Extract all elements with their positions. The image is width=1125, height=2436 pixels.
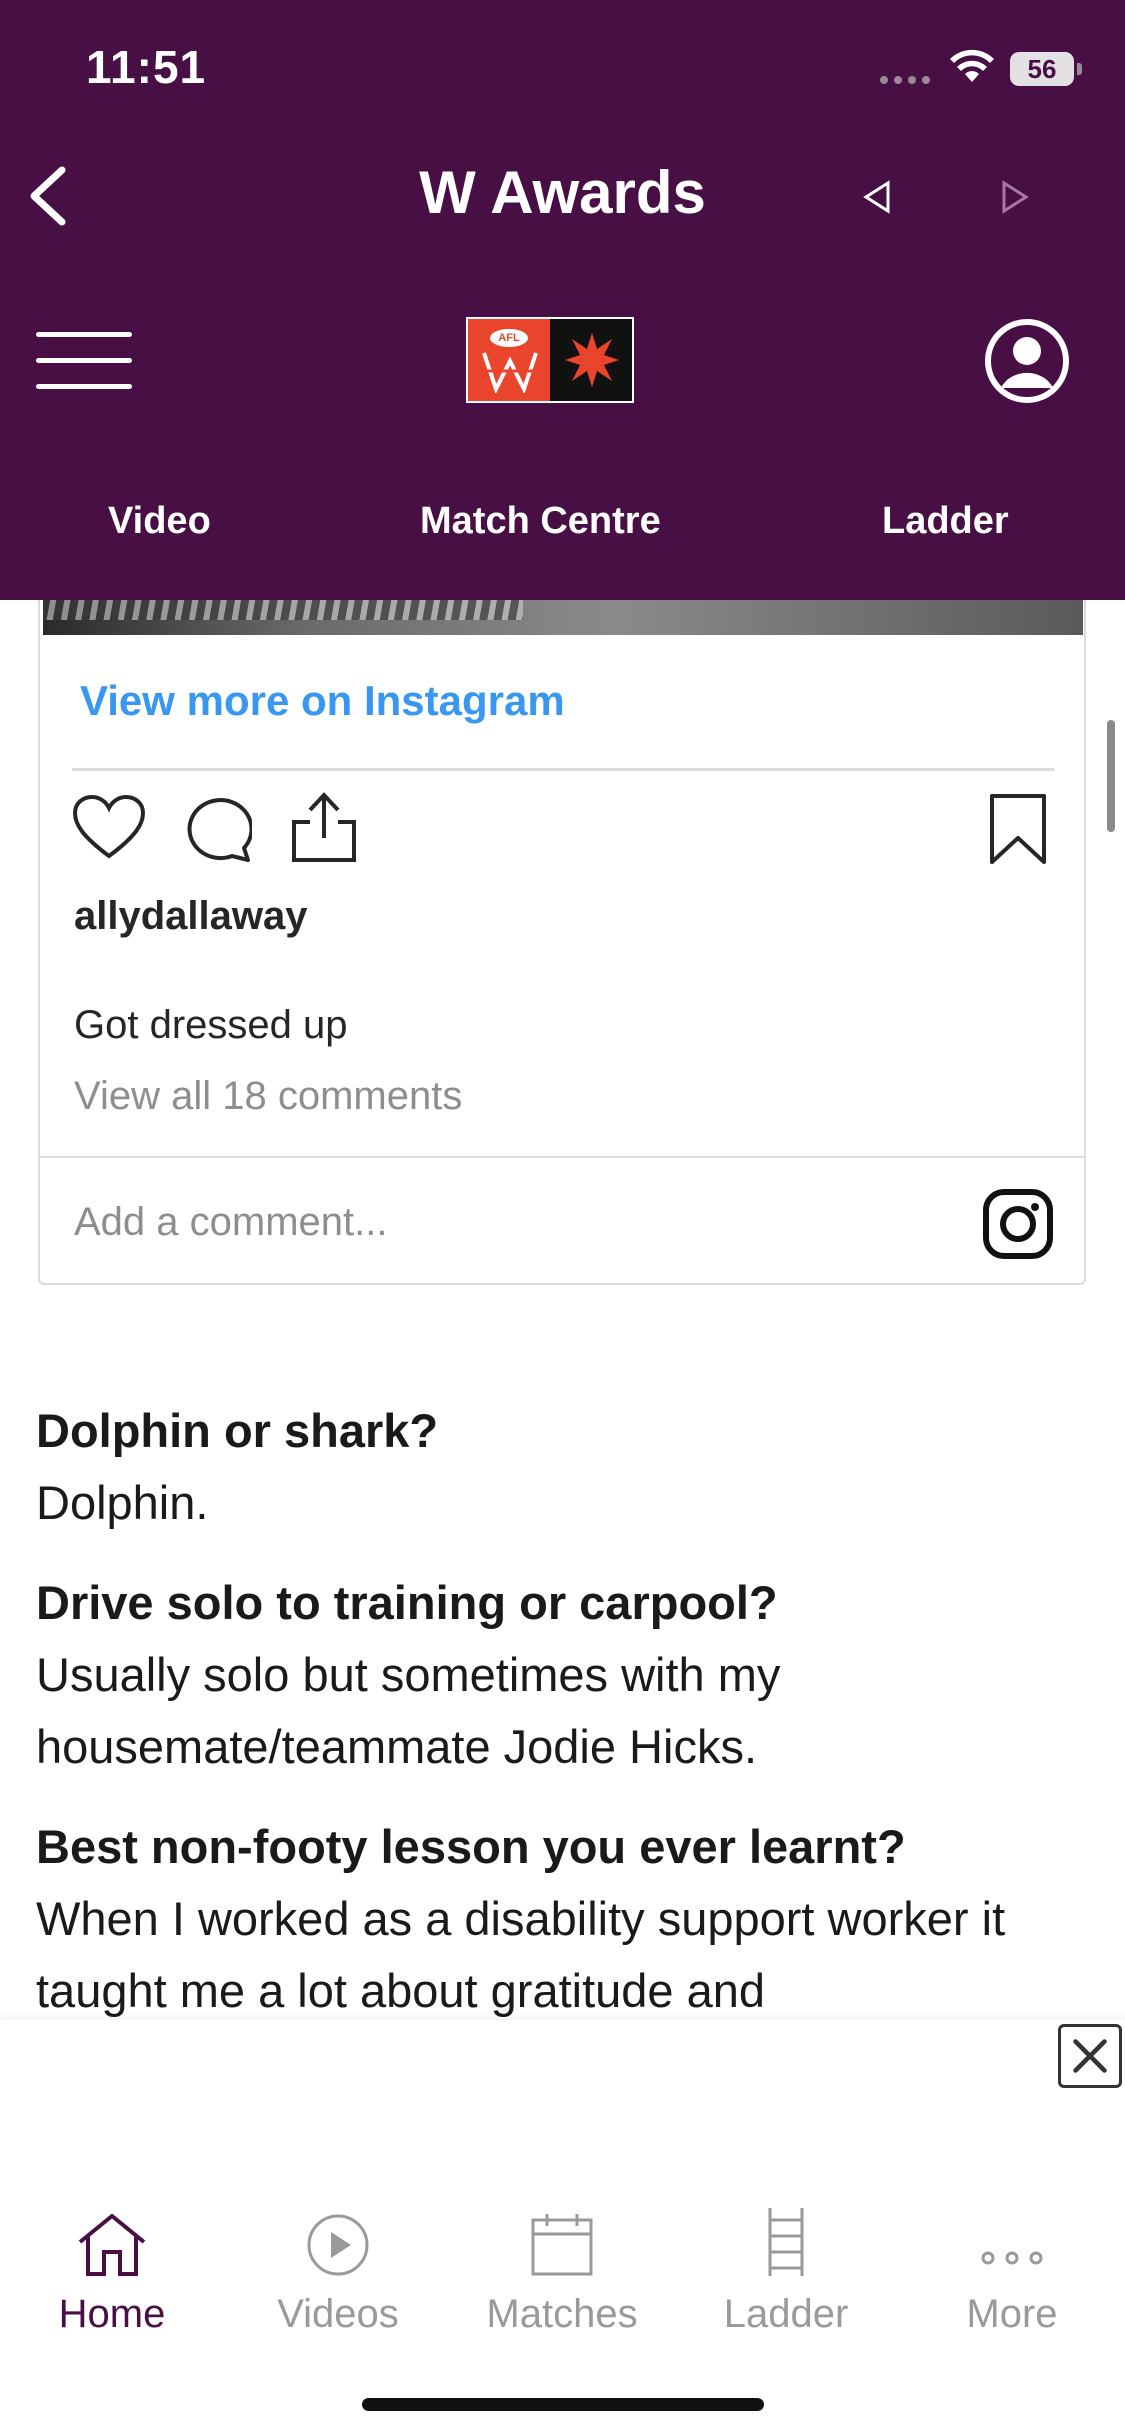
tab-matches[interactable]: Matches (472, 2196, 652, 2337)
qa-item: Drive solo to training or carpool? Usual… (36, 1567, 1096, 1783)
tab-label: Ladder (723, 2292, 849, 2336)
signal-dots-icon (880, 76, 930, 84)
app-header: 11:51 56 W Awards AFL Video Match Centre… (0, 0, 1125, 600)
play-circle-icon (307, 2214, 369, 2276)
section-tabs: Video Match Centre Ladder (0, 500, 1125, 556)
next-arrow-icon[interactable] (1000, 180, 1030, 214)
bookmark-icon[interactable] (988, 792, 1048, 866)
tab-label: Videos (277, 2292, 399, 2336)
close-ad-icon[interactable] (1058, 2024, 1122, 2088)
share-icon[interactable] (290, 790, 358, 864)
app-screen: 11:51 56 W Awards AFL Video Match Centre… (0, 0, 1125, 2436)
question: Drive solo to training or carpool? (36, 1576, 778, 1629)
instagram-embed: View more on Instagram allydallaway Got … (38, 560, 1086, 1285)
ladder-icon (768, 2208, 804, 2276)
article-body: Dolphin or shark? Dolphin. Drive solo to… (36, 1395, 1096, 2055)
answer: When I worked as a disability support wo… (36, 1892, 1006, 2017)
instagram-icon[interactable] (982, 1188, 1054, 1260)
question: Dolphin or shark? (36, 1404, 439, 1457)
qa-item: Best non-footy lesson you ever learnt? W… (36, 1811, 1096, 2027)
tab-home[interactable]: Home (22, 2196, 202, 2337)
tab-videos[interactable]: Videos (248, 2196, 428, 2337)
view-more-instagram-link[interactable]: View more on Instagram (80, 677, 565, 725)
wifi-icon (950, 49, 994, 82)
add-comment-row[interactable]: Add a comment... (40, 1156, 1084, 1283)
previous-arrow-icon[interactable] (862, 180, 892, 214)
status-time: 11:51 (86, 41, 207, 93)
home-indicator[interactable] (362, 2398, 764, 2411)
question: Best non-footy lesson you ever learnt? (36, 1820, 906, 1873)
tab-label: Home (58, 2292, 166, 2336)
instagram-caption: Got dressed up (74, 1003, 348, 1047)
tab-label: Matches (486, 2292, 638, 2336)
tab-match-centre[interactable]: Match Centre (420, 500, 661, 543)
tab-label: More (966, 2292, 1058, 2336)
qa-item: Dolphin or shark? Dolphin. (36, 1395, 1096, 1539)
answer: Usually solo but sometimes with my house… (36, 1648, 781, 1773)
divider (72, 768, 1054, 771)
like-heart-icon[interactable] (72, 794, 146, 860)
more-dots-icon (981, 2251, 1043, 2265)
instagram-username[interactable]: allydallaway (74, 894, 307, 939)
comment-bubble-icon[interactable] (182, 796, 252, 864)
hamburger-menu-button[interactable] (36, 332, 132, 390)
tab-video[interactable]: Video (108, 500, 211, 543)
answer: Dolphin. (36, 1476, 209, 1529)
tab-more[interactable]: More (922, 2196, 1102, 2337)
view-all-comments-link[interactable]: View all 18 comments (74, 1074, 462, 1119)
add-comment-input[interactable]: Add a comment... (74, 1200, 387, 1245)
tab-ladder[interactable]: Ladder (882, 500, 1009, 543)
home-icon (78, 2214, 146, 2276)
account-icon[interactable] (984, 318, 1070, 404)
page-title: W Awards (419, 159, 706, 226)
scroll-indicator[interactable] (1107, 720, 1115, 832)
tab-ladder-bottom[interactable]: Ladder (696, 2196, 876, 2337)
aflw-logo: AFL (466, 317, 634, 403)
battery-indicator: 56 (1010, 52, 1082, 86)
calendar-icon (531, 2214, 593, 2276)
